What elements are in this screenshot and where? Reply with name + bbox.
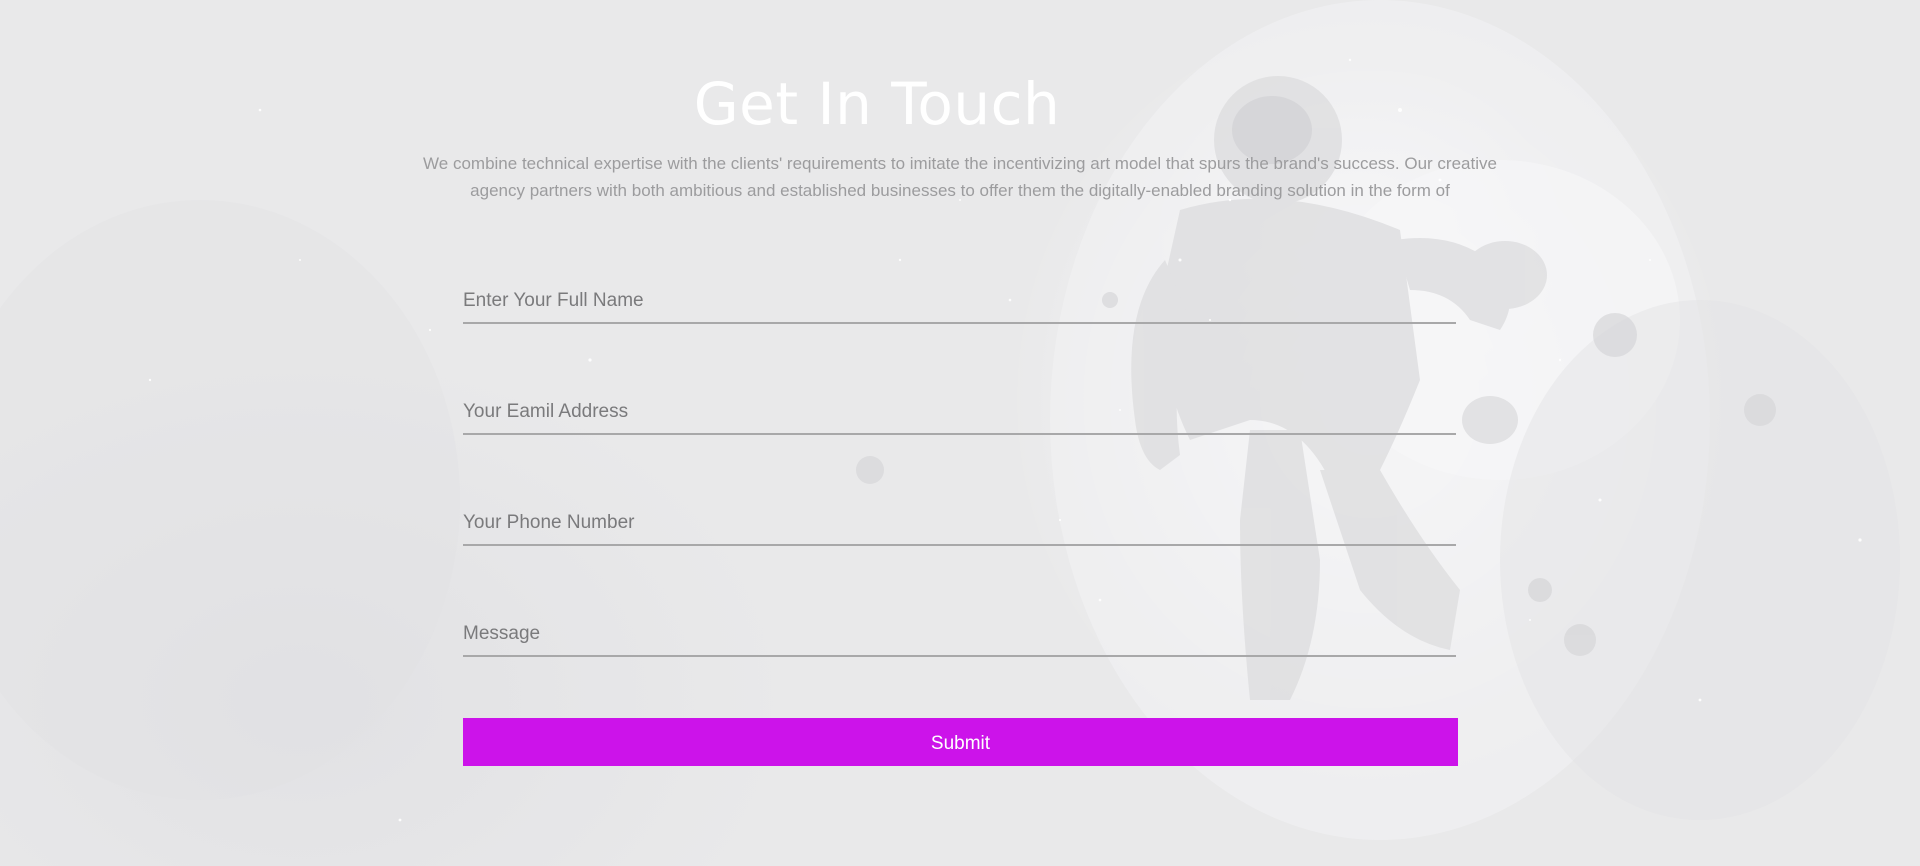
message-field: [463, 601, 1456, 657]
email-field: [463, 379, 1456, 435]
page-title: Get In Touch: [693, 70, 1061, 138]
message-input[interactable]: [463, 623, 1456, 645]
intro-text: We combine technical expertise with the …: [423, 154, 1497, 200]
submit-button[interactable]: Submit: [463, 718, 1458, 766]
contact-section: Get In Touch We combine technical expert…: [0, 0, 1920, 866]
phone-input[interactable]: [463, 512, 1456, 534]
name-field: [463, 268, 1456, 324]
email-input[interactable]: [463, 401, 1456, 423]
contact-form: [463, 268, 1456, 712]
phone-field: [463, 490, 1456, 546]
full-name-input[interactable]: [463, 290, 1456, 312]
